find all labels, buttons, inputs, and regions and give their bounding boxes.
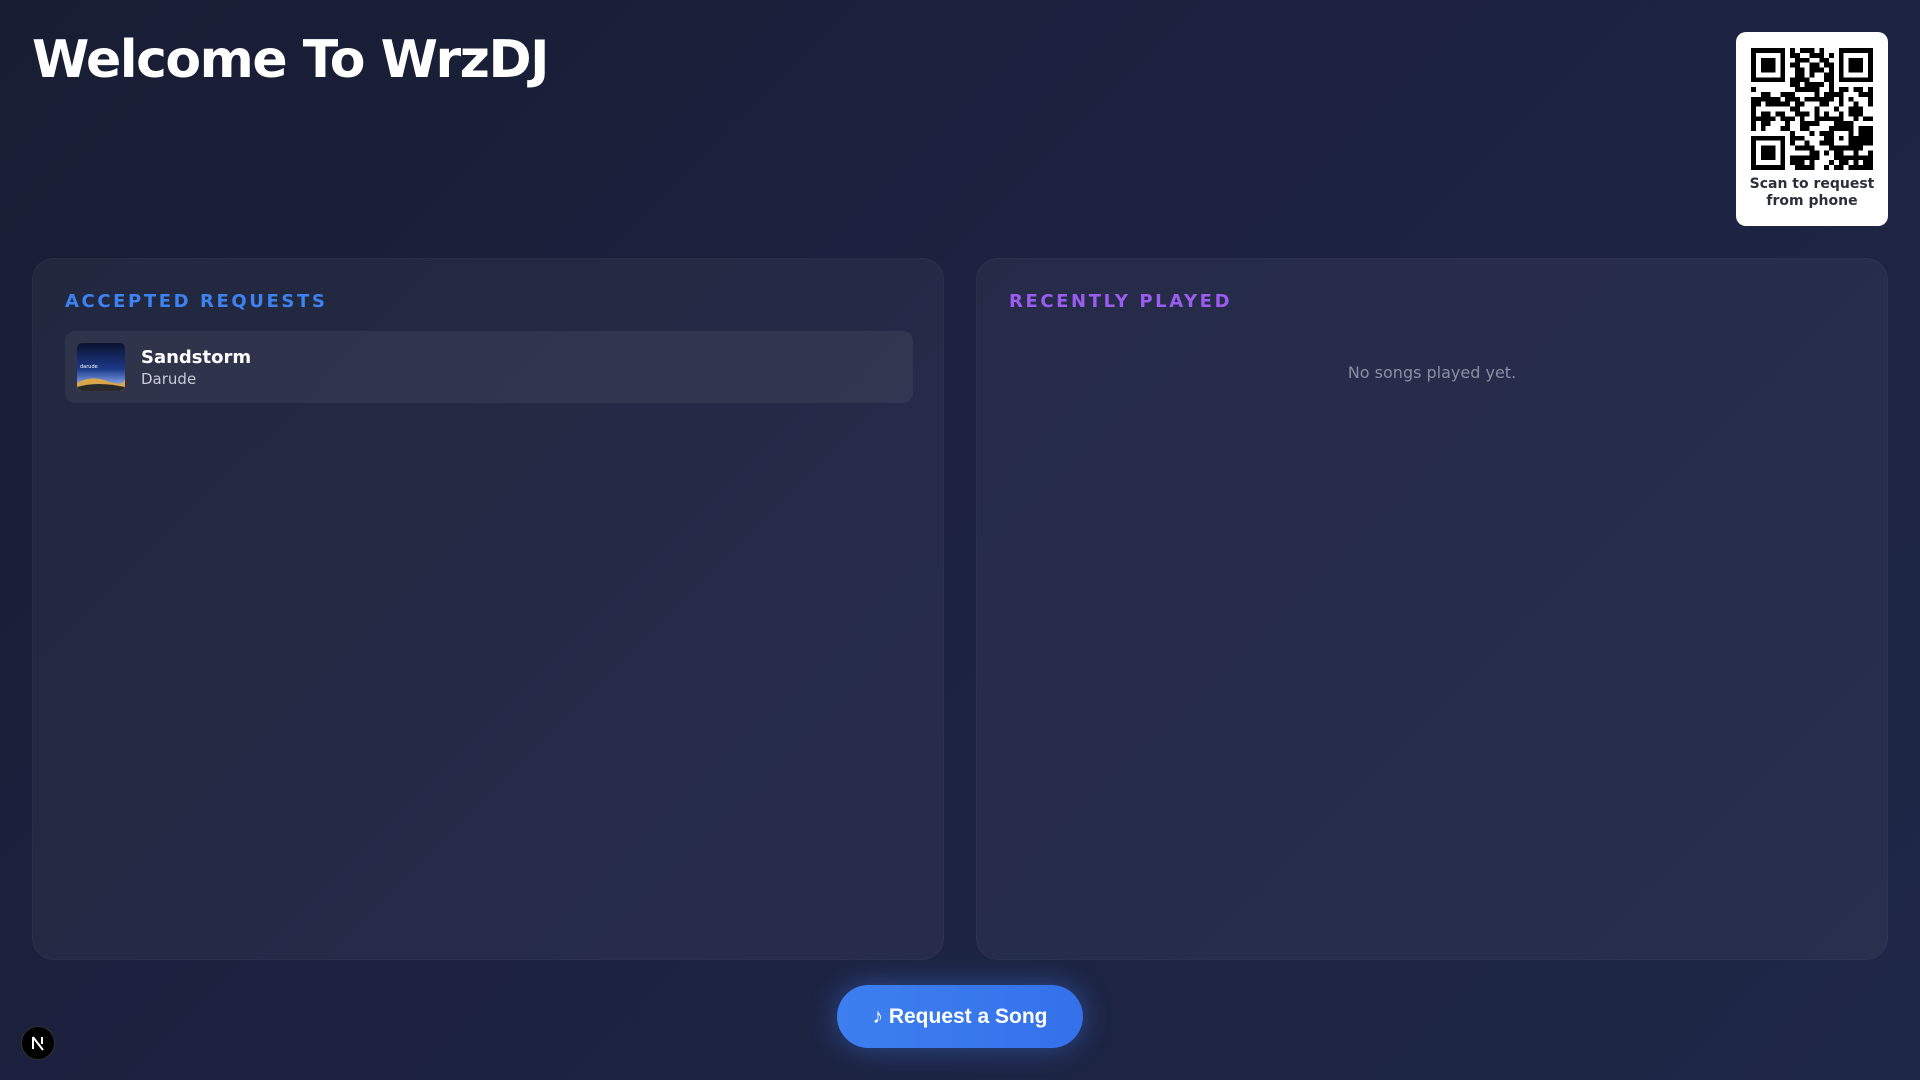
list-item[interactable]: darude Sandstorm Darude	[65, 331, 913, 403]
request-song-button[interactable]: ♪ Request a Song	[837, 985, 1083, 1048]
song-artist: Darude	[141, 370, 197, 388]
album-art-text: darude	[80, 364, 98, 370]
accepted-requests-heading: ACCEPTED REQUESTS	[65, 291, 328, 312]
song-title: Sandstorm	[141, 347, 252, 368]
empty-state-message: No songs played yet.	[1347, 363, 1517, 382]
recently-played-heading: RECENTLY PLAYED	[1009, 291, 1233, 312]
qr-caption: Scan to request from phone	[1749, 176, 1875, 209]
page-title: Welcome To WrzDJ	[32, 30, 549, 90]
qr-card: Scan to request from phone	[1736, 32, 1888, 226]
qr-code-icon	[1751, 48, 1873, 170]
recently-played-panel: RECENTLY PLAYED No songs played yet.	[976, 258, 1888, 960]
nextjs-icon[interactable]	[21, 1026, 55, 1060]
accepted-requests-panel: ACCEPTED REQUESTS darude Sandstorm Darud…	[32, 258, 944, 960]
album-art: darude	[77, 343, 125, 391]
